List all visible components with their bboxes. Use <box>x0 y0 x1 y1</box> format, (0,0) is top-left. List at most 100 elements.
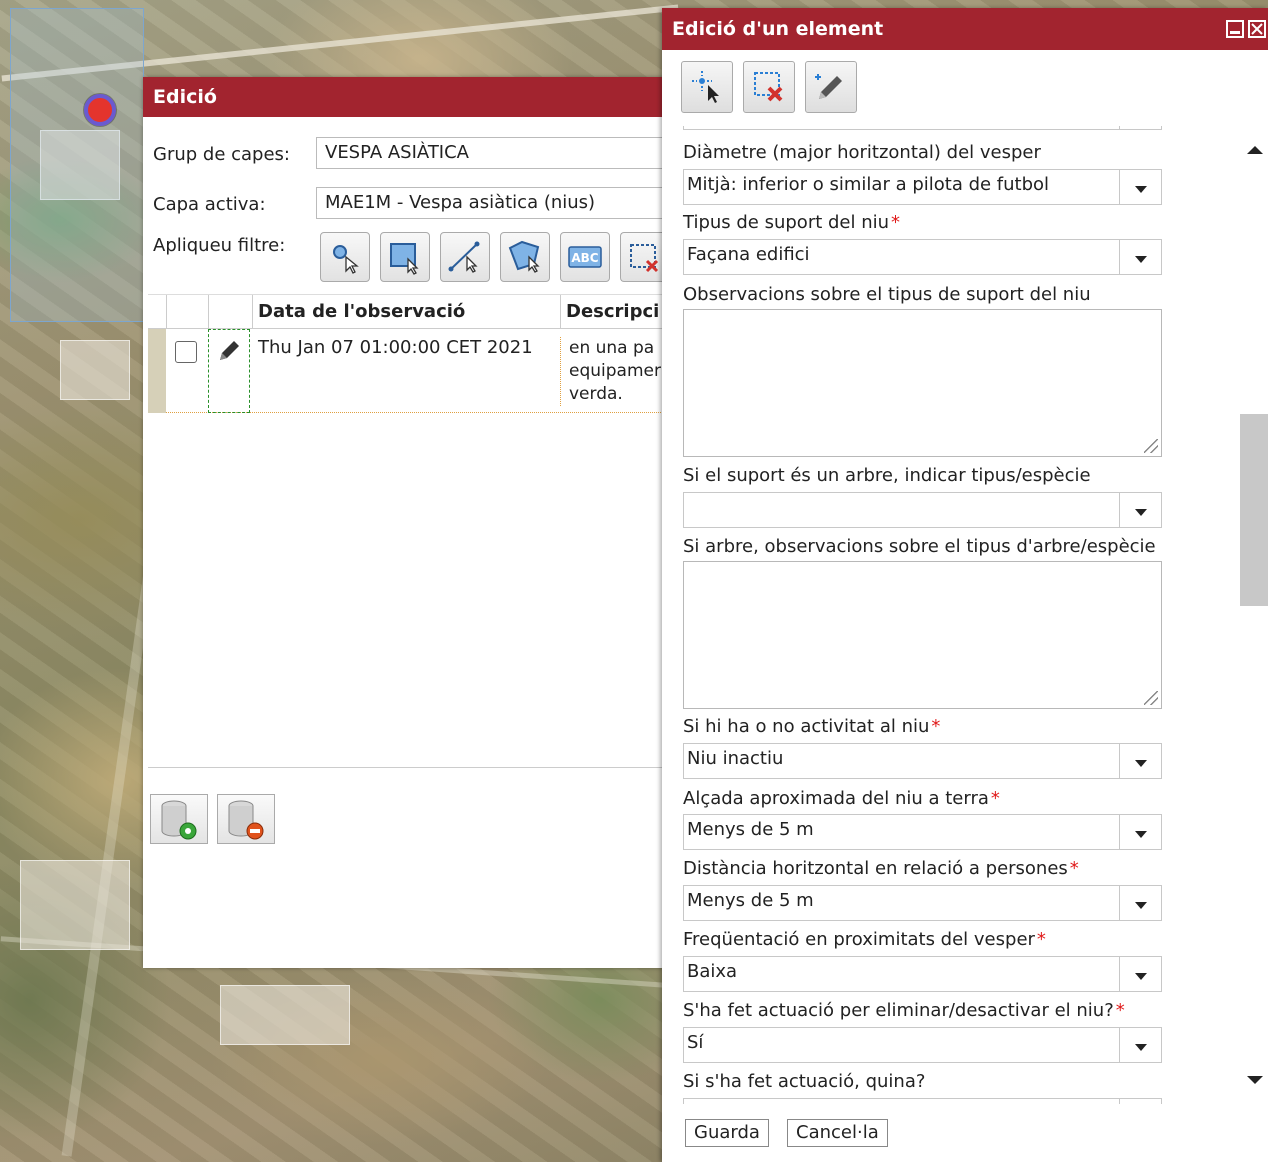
row-checkbox[interactable] <box>175 341 197 363</box>
add-record-icon <box>161 800 197 840</box>
map-building <box>220 985 350 1045</box>
actuacio-label: S'ha fet actuació per eliminar/desactiva… <box>683 1000 1125 1021</box>
element-edit-titlebar: Edició d'un element <box>662 8 1268 50</box>
column-descripcio[interactable]: Descripci <box>560 295 673 329</box>
required-marker: * <box>1036 929 1046 950</box>
form-scroll-area[interactable]: Diàmetre (major horitzontal) del vesper … <box>662 126 1268 1104</box>
diametre-label: Diàmetre (major horitzontal) del vesper <box>683 142 1041 163</box>
text-select-button[interactable]: ABC <box>560 232 610 282</box>
add-record-button[interactable] <box>150 794 208 844</box>
activitat-value: Niu inactiu <box>687 748 784 769</box>
activitat-select[interactable]: Niu inactiu <box>683 743 1162 779</box>
distancia-label-text: Distància horitzontal en relació a perso… <box>683 858 1068 879</box>
svg-text:ABC: ABC <box>571 251 598 265</box>
scroll-up-icon[interactable] <box>1247 146 1263 154</box>
select-feature-button[interactable] <box>681 61 733 113</box>
polygon-select-icon <box>508 240 540 273</box>
alcada-label-text: Alçada aproximada del niu a terra <box>683 788 989 809</box>
minimize-icon[interactable] <box>1226 20 1244 38</box>
obs-arbre-label: Si arbre, observacions sobre el tipus d'… <box>683 536 1156 557</box>
point-select-button[interactable] <box>320 232 370 282</box>
chevron-down-icon <box>1119 170 1161 204</box>
row-description: en una pa equipamer verda. <box>560 337 673 406</box>
chevron-down-icon <box>1119 240 1161 274</box>
resize-grip-icon[interactable] <box>1144 439 1158 453</box>
diametre-select[interactable]: Mitjà: inferior o similar a pilota de fu… <box>683 169 1162 205</box>
scroll-down-icon[interactable] <box>1247 1076 1263 1084</box>
frequentacio-label-text: Freqüentació en proximitats del vesper <box>683 929 1035 950</box>
grid-bottom-divider <box>148 767 673 768</box>
actuacio-label-text: S'ha fet actuació per eliminar/desactiva… <box>683 1000 1114 1021</box>
alcada-label: Alçada aproximada del niu a terra * <box>683 788 1000 809</box>
line-select-button[interactable] <box>440 232 490 282</box>
frequentacio-value: Baixa <box>687 961 738 982</box>
table-row[interactable]: Thu Jan 07 01:00:00 CET 2021 en una pa e… <box>148 329 673 413</box>
alcada-select[interactable]: Menys de 5 m <box>683 814 1162 850</box>
distancia-select[interactable]: Menys de 5 m <box>683 885 1162 921</box>
grid-header-select <box>166 295 208 329</box>
previous-field-select[interactable] <box>683 126 1162 130</box>
suport-select[interactable]: Façana edifici <box>683 239 1162 275</box>
grid-header: Data de l'observació Descripci <box>148 294 673 329</box>
diametre-value: Mitjà: inferior o similar a pilota de fu… <box>687 174 1050 195</box>
activitat-label-text: Si hi ha o no activitat al niu <box>683 716 930 737</box>
chevron-down-icon <box>1119 493 1161 527</box>
edicio-title: Edició <box>143 77 673 117</box>
required-marker: * <box>990 788 1000 809</box>
map-building <box>60 340 130 400</box>
chevron-down-icon <box>1119 1028 1161 1062</box>
pencil-icon <box>220 341 239 360</box>
scrollbar-thumb[interactable] <box>1240 414 1268 606</box>
edit-pencil-button[interactable] <box>805 61 857 113</box>
arbre-tipus-select[interactable] <box>683 492 1162 528</box>
frequentacio-label: Freqüentació en proximitats del vesper * <box>683 929 1046 950</box>
delete-selection-icon <box>754 72 783 102</box>
select-feature-icon <box>692 71 719 103</box>
rectangle-select-button[interactable] <box>380 232 430 282</box>
suport-value: Façana edifici <box>687 244 810 265</box>
delete-record-button[interactable] <box>217 794 275 844</box>
resize-grip-icon[interactable] <box>1144 691 1158 705</box>
delete-selection-button[interactable] <box>743 61 795 113</box>
column-data-observacio[interactable]: Data de l'observació <box>252 295 560 329</box>
grid-header-edit <box>208 295 252 329</box>
row-edit-button[interactable] <box>208 329 250 413</box>
capa-activa-select[interactable]: MAE1M - Vespa asiàtica (nius) <box>316 187 676 219</box>
edit-pencil-icon <box>815 74 842 99</box>
chevron-down-icon <box>1119 126 1161 129</box>
chevron-down-icon <box>1119 886 1161 920</box>
clear-select-icon <box>630 244 659 273</box>
row-description-line: verda. <box>569 384 623 404</box>
form-footer: Guarda Cancel·la <box>662 1104 1268 1162</box>
element-edit-panel: Edició d'un element Diàmetre (major hori… <box>662 8 1268 1162</box>
quina-label: Si s'ha fet actuació, quina? <box>683 1071 926 1092</box>
map-building <box>20 860 130 950</box>
vertical-scrollbar[interactable] <box>1240 126 1268 1104</box>
actuacio-value: Sí <box>687 1032 704 1053</box>
close-icon[interactable] <box>1248 20 1266 38</box>
row-description-line: equipamer <box>569 361 661 381</box>
grup-capes-select[interactable]: VESPA ASIÀTICA <box>316 137 676 169</box>
nest-location-marker[interactable] <box>84 94 116 126</box>
suport-label: Tipus de suport del niu * <box>683 212 900 233</box>
arbre-tipus-label: Si el suport és un arbre, indicar tipus/… <box>683 465 1091 486</box>
save-button[interactable]: Guarda <box>685 1119 769 1147</box>
polygon-select-button[interactable] <box>500 232 550 282</box>
line-select-icon <box>448 241 480 273</box>
activitat-label: Si hi ha o no activitat al niu * <box>683 716 940 737</box>
suport-label-text: Tipus de suport del niu <box>683 212 890 233</box>
map-extent-box <box>10 8 144 322</box>
obs-suport-label: Observacions sobre el tipus de suport de… <box>683 284 1091 305</box>
alcada-value: Menys de 5 m <box>687 819 814 840</box>
actuacio-select[interactable]: Sí <box>683 1027 1162 1063</box>
row-description-line: en una pa <box>569 338 655 358</box>
obs-suport-textarea[interactable] <box>683 309 1162 457</box>
edicio-panel: Edició Grup de capes: VESPA ASIÀTICA Cap… <box>143 77 676 968</box>
rectangle-select-icon <box>390 243 419 275</box>
cancel-button[interactable]: Cancel·la <box>787 1119 888 1147</box>
frequentacio-select[interactable]: Baixa <box>683 956 1162 992</box>
required-marker: * <box>1115 1000 1125 1021</box>
chevron-down-icon <box>1119 744 1161 778</box>
window-buttons <box>1222 20 1266 62</box>
obs-arbre-textarea[interactable] <box>683 561 1162 709</box>
